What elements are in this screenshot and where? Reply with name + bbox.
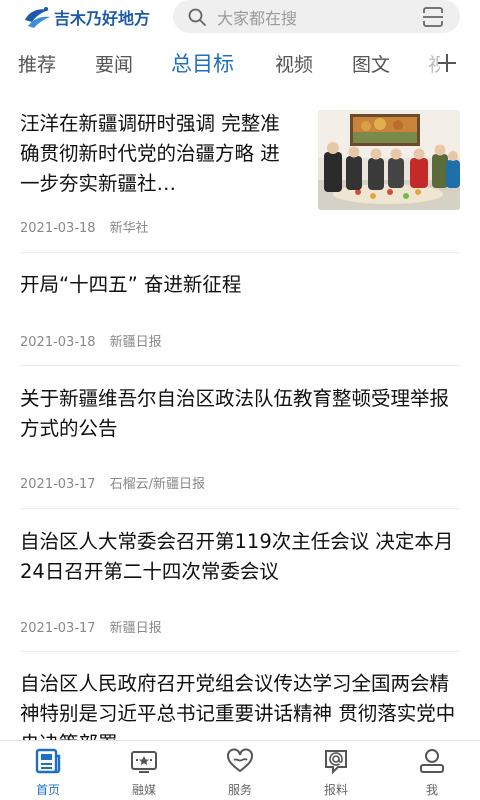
news-date: 2021-03-17 [20,477,96,492]
tab-photo-text[interactable]: 图文 [352,50,390,77]
heart-icon [227,748,253,773]
news-meta: 2021-03-18 新疆日报 [20,331,162,350]
news-source: 新华社 [109,221,149,236]
news-source: 新疆日报 [109,621,162,636]
user-icon [420,749,444,773]
news-source: 新疆日报 [109,335,162,350]
app-logo[interactable]: 吉木乃好地方 [22,2,150,32]
nav-label: 报料 [323,783,348,797]
logo-text: 吉木乃好地方 [54,9,151,28]
news-meta: 2021-03-17 新疆日报 [20,617,162,636]
tab-general-goal[interactable]: 总目标 [171,48,234,78]
nav-label: 首页 [35,783,60,797]
scan-icon[interactable] [422,6,444,28]
tab-headlines[interactable]: 要闻 [95,50,133,77]
tv-icon [131,751,157,773]
news-item[interactable]: 关于新疆维吾尔自治区政法队伍教育整顿受理举报方式的公告 2021-03-17 石榴… [20,365,460,508]
news-date: 2021-03-18 [20,221,96,236]
tab-recommend[interactable]: 推荐 [18,50,56,77]
nav-home[interactable]: 首页 [18,747,78,798]
logo-bird-icon [25,7,50,28]
news-source: 石榴云/新疆日报 [109,477,205,492]
meeting-photo-image [318,110,460,210]
nav-label: 服务 [227,783,252,797]
search-icon [188,8,206,26]
news-item[interactable]: 汪洋在新疆调研时强调 完整准确贯彻新时代党的治疆方略 进一步夯实新疆社… 202… [20,92,460,252]
bottom-nav: 首页 融媒 服务 报料 我 [0,740,480,800]
news-item[interactable]: 自治区人民政府召开党组会议传达学习全国两会精神特别是习近平总书记重要讲话精神 贯… [20,651,460,742]
nav-service[interactable]: 服务 [210,747,270,798]
nav-me[interactable]: 我 [402,747,462,798]
news-item[interactable]: 开局“十四五” 奋进新征程 2021-03-18 新疆日报 [20,252,460,365]
nav-report[interactable]: 报料 [306,747,366,798]
news-meta: 2021-03-18 新华社 [20,217,149,236]
news-title[interactable]: 关于新疆维吾尔自治区政法队伍教育整顿受理举报方式的公告 [20,384,460,444]
news-title[interactable]: 汪洋在新疆调研时强调 完整准确贯彻新时代党的治疆方略 进一步夯实新疆社… [20,109,290,199]
news-date: 2021-03-18 [20,335,96,350]
add-tab-icon[interactable] [436,52,458,74]
search-placeholder: 大家都在搜 [217,8,298,28]
news-icon [35,748,61,774]
news-meta: 2021-03-17 石榴云/新疆日报 [20,473,205,492]
news-date: 2021-03-17 [20,621,96,636]
search-bar[interactable]: 大家都在搜 [173,0,460,33]
tab-video[interactable]: 视频 [275,50,313,77]
news-thumbnail[interactable] [318,110,460,210]
category-tabs: 推荐 要闻 总目标 视频 图文 视 [0,36,480,92]
at-icon [325,750,347,775]
header: 吉木乃好地方 大家都在搜 [0,0,480,36]
news-title[interactable]: 开局“十四五” 奋进新征程 [20,270,460,300]
news-title[interactable]: 自治区人民政府召开党组会议传达学习全国两会精神特别是习近平总书记重要讲话精神 贯… [20,669,460,742]
nav-media[interactable]: 融媒 [114,747,174,798]
news-feed: 汪洋在新疆调研时强调 完整准确贯彻新时代党的治疆方略 进一步夯实新疆社… 202… [0,92,480,742]
nav-label: 融媒 [131,783,156,797]
news-item[interactable]: 自治区人大常委会召开第119次主任会议 决定本月24日召开第二十四次常委会议 2… [20,508,460,651]
news-title[interactable]: 自治区人大常委会召开第119次主任会议 决定本月24日召开第二十四次常委会议 [20,527,460,587]
nav-label: 我 [425,783,438,797]
